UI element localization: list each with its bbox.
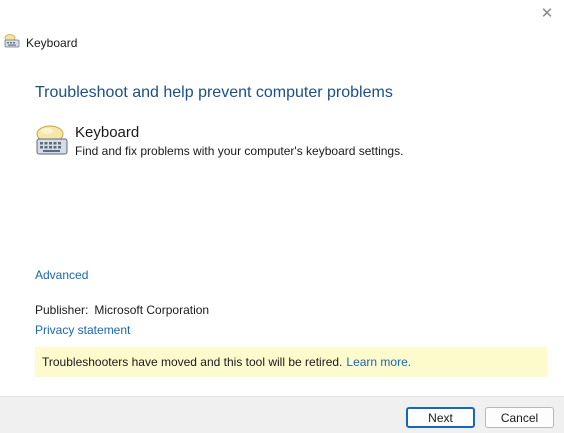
footer-bar: Next Cancel <box>0 396 564 433</box>
troubleshooter-window: ✕ Keyboard Troubleshoot and help prevent… <box>0 0 564 433</box>
window-title: Keyboard <box>26 35 78 50</box>
troubleshooter-item-description: Find and fix problems with your computer… <box>75 144 404 158</box>
cancel-button[interactable]: Cancel <box>485 407 554 428</box>
banner-text: Troubleshooters have moved and this tool… <box>42 355 343 369</box>
publisher-value: Microsoft Corporation <box>94 303 210 317</box>
troubleshooter-item-title: Keyboard <box>75 124 140 141</box>
keyboard-troubleshooter-icon <box>35 124 69 161</box>
publisher-info: Publisher: Microsoft Corporation <box>35 303 209 317</box>
publisher-label: Publisher: <box>35 303 89 317</box>
troubleshooter-item-text: Keyboard Find and fix problems with your… <box>75 124 403 159</box>
keyboard-app-icon <box>4 34 20 51</box>
retirement-banner: Troubleshooters have moved and this tool… <box>35 347 547 377</box>
title-bar: Keyboard <box>4 34 77 51</box>
close-icon: ✕ <box>540 4 554 22</box>
next-button[interactable]: Next <box>406 407 475 428</box>
privacy-statement-link[interactable]: Privacy statement <box>35 323 130 337</box>
close-button[interactable]: ✕ <box>536 2 558 24</box>
advanced-link[interactable]: Advanced <box>35 268 88 282</box>
learn-more-link[interactable]: Learn more. <box>346 355 411 369</box>
page-heading: Troubleshoot and help prevent computer p… <box>35 84 393 101</box>
troubleshooter-item[interactable]: Keyboard Find and fix problems with your… <box>35 124 403 161</box>
